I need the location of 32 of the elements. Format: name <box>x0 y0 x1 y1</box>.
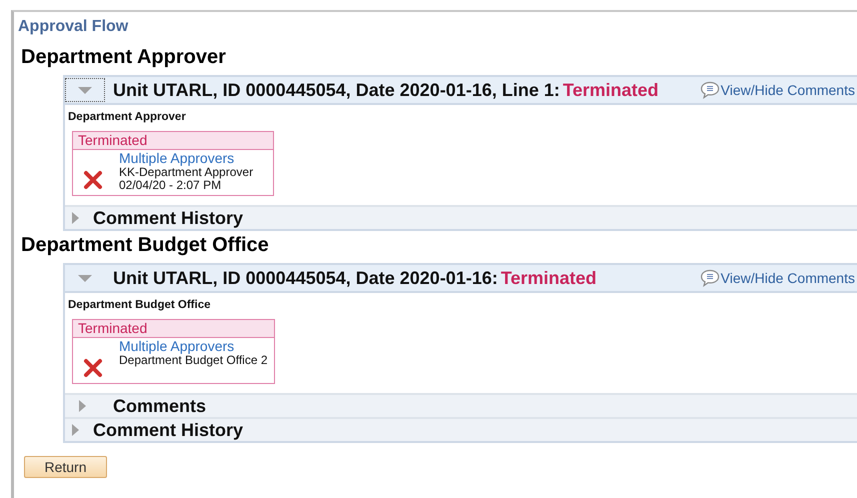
step-label: Department Budget Office <box>68 299 212 311</box>
card-status: Terminated <box>73 320 274 338</box>
line-title: Unit UTARL, ID 0000445054, Date 2020-01-16, Line 1: <box>113 80 560 100</box>
approver-link[interactable]: Multiple Approvers <box>119 339 268 354</box>
view-hide-comments-link[interactable]: View/Hide Comments <box>700 269 855 287</box>
section-heading: Department Budget Office <box>21 234 270 257</box>
speech-bubble-icon <box>700 81 720 99</box>
view-hide-comments-link[interactable]: View/Hide Comments <box>700 81 855 99</box>
terminated-x-icon <box>83 170 103 190</box>
caret-down-icon <box>77 274 93 282</box>
approver-detail: 02/04/20 - 2:07 PM <box>119 179 222 192</box>
page-title: Approval Flow <box>18 18 130 36</box>
section-heading: Department Approver <box>21 46 227 69</box>
approver-detail: KK-Department Approver <box>119 166 254 179</box>
approver-link[interactable]: Multiple Approvers <box>119 151 254 166</box>
step-label: Department Approver <box>68 111 187 123</box>
caret-right-icon <box>70 211 80 225</box>
status-label: Terminated <box>500 268 597 288</box>
line-title: Unit UTARL, ID 0000445054, Date 2020-01-16: <box>113 268 498 288</box>
collapse-toggle[interactable] <box>65 78 105 102</box>
subsection-title: Comment History <box>93 208 244 228</box>
subsection-title: Comments <box>113 396 206 416</box>
return-button[interactable]: Return <box>24 456 107 478</box>
terminated-x-icon <box>83 358 103 378</box>
subsection-title: Comment History <box>93 420 244 440</box>
approver-detail: Department Budget Office 2 <box>119 354 268 367</box>
caret-down-icon <box>77 86 93 94</box>
caret-right-icon <box>70 423 80 437</box>
card-status: Terminated <box>73 132 273 150</box>
speech-bubble-icon <box>700 269 720 287</box>
status-label: Terminated <box>562 80 659 100</box>
caret-right-icon <box>78 399 86 413</box>
